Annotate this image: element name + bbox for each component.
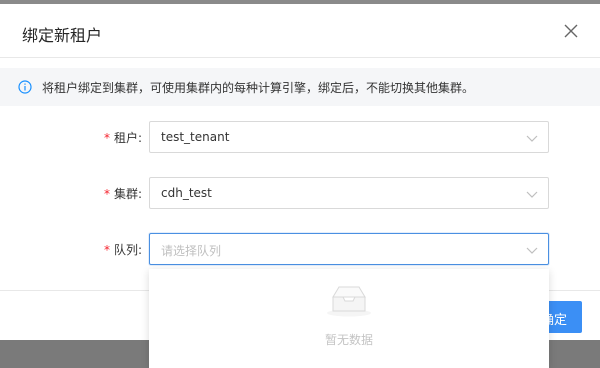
tenant-row: * 租户: test_tenant <box>0 121 600 153</box>
queue-dropdown: 暂无数据 <box>149 269 549 368</box>
tenant-select[interactable]: test_tenant <box>149 121 549 153</box>
info-text: 将租户绑定到集群，可使用集群内的每种计算引擎，绑定后，不能切换其他集群。 <box>42 81 475 95</box>
chevron-down-icon <box>526 191 538 198</box>
chevron-down-icon <box>526 135 538 142</box>
info-circle-icon <box>18 80 32 94</box>
cluster-select[interactable]: cdh_test <box>149 177 549 209</box>
chevron-down-icon <box>526 247 538 254</box>
queue-placeholder: 请选择队列 <box>161 244 222 258</box>
modal-title: 绑定新租户 <box>22 26 103 45</box>
cluster-row: * 集群: cdh_test <box>0 177 600 209</box>
tenant-label: * 租户: <box>103 131 142 145</box>
empty-inbox-icon <box>327 286 371 317</box>
queue-select[interactable]: 请选择队列 <box>149 233 549 265</box>
cluster-label: * 集群: <box>103 187 142 201</box>
queue-row: * 队列: 请选择队列 <box>0 233 600 265</box>
cluster-value: cdh_test <box>161 186 212 200</box>
queue-label: * 队列: <box>103 243 142 257</box>
tenant-value: test_tenant <box>161 130 230 144</box>
empty-text: 暂无数据 <box>324 333 373 347</box>
modal-header: 绑定新租户 <box>0 4 600 58</box>
info-alert: 将租户绑定到集群，可使用集群内的每种计算引擎，绑定后，不能切换其他集群。 <box>0 68 600 106</box>
close-icon[interactable] <box>562 22 580 40</box>
